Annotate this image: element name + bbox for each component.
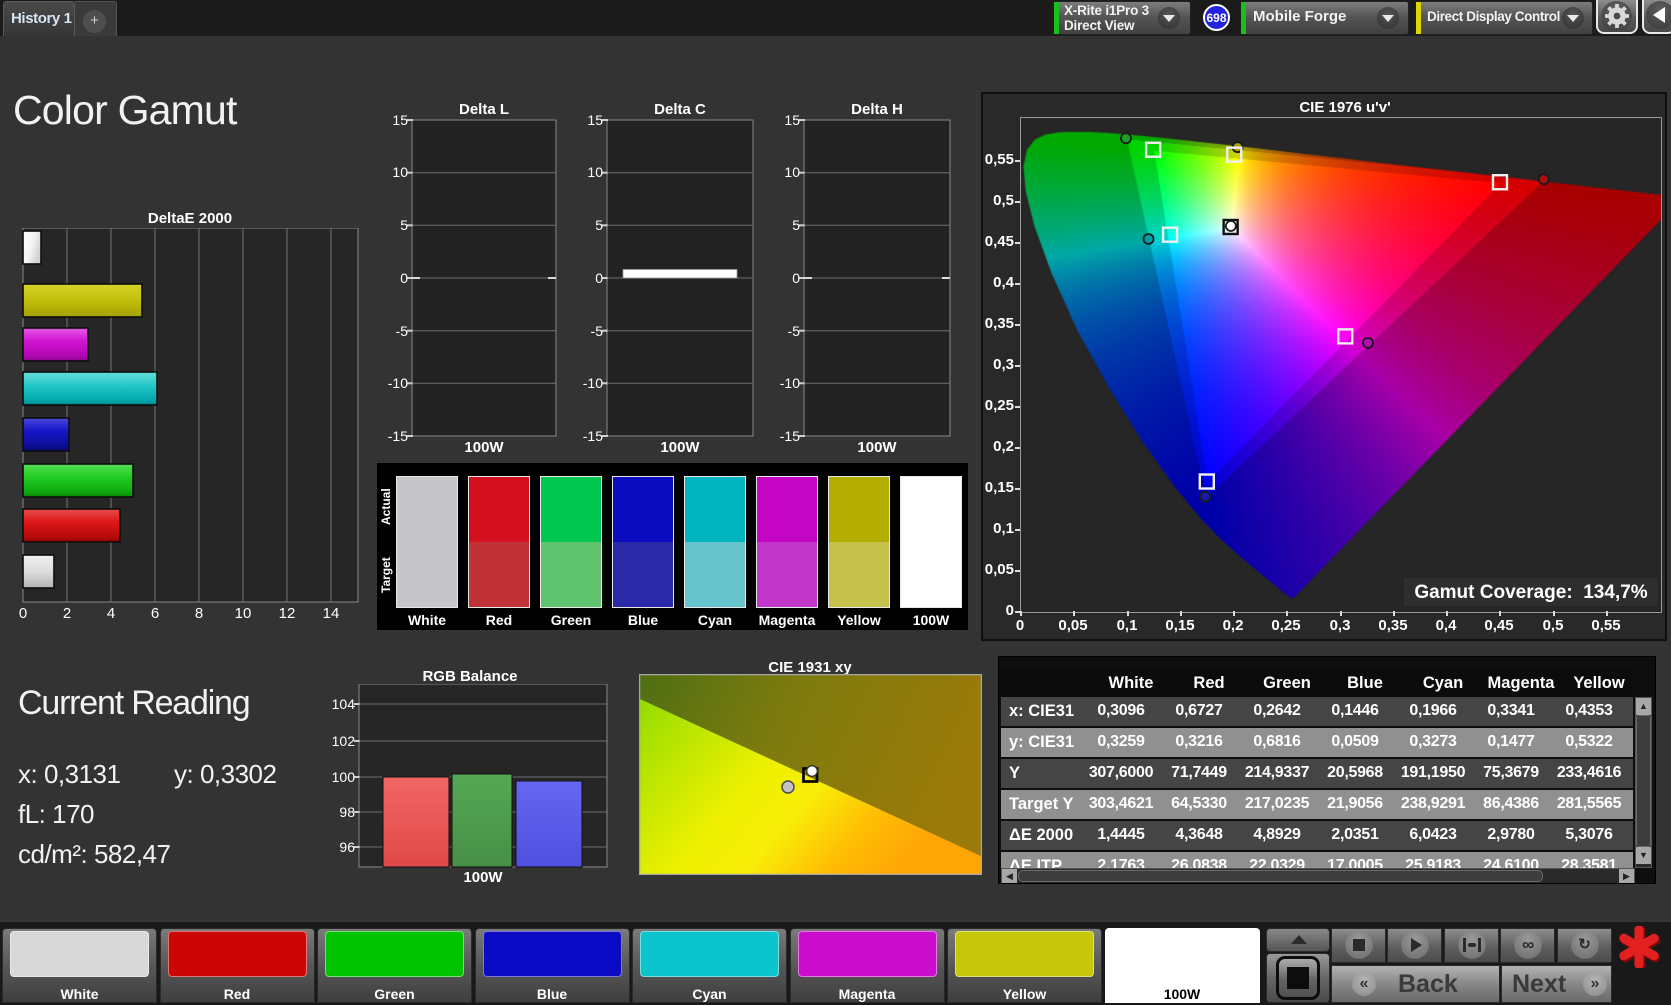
svg-text:15: 15 <box>392 112 408 128</box>
svg-text:-15: -15 <box>583 428 603 444</box>
svg-text:-15: -15 <box>388 428 408 444</box>
svg-text:102: 102 <box>332 733 356 749</box>
svg-text:Delta L: Delta L <box>459 101 509 118</box>
svg-text:-15: -15 <box>780 428 800 444</box>
svg-text:4: 4 <box>107 605 115 622</box>
svg-text:2: 2 <box>63 605 71 622</box>
svg-text:15: 15 <box>784 112 800 128</box>
svg-text:15: 15 <box>587 112 603 128</box>
svg-text:100: 100 <box>332 769 356 785</box>
svg-text:-10: -10 <box>388 375 408 391</box>
svg-text:Delta H: Delta H <box>851 101 903 118</box>
svg-text:-5: -5 <box>788 323 801 339</box>
svg-text:0: 0 <box>595 270 603 286</box>
svg-text:-10: -10 <box>780 375 800 391</box>
svg-text:104: 104 <box>332 696 356 712</box>
svg-text:6: 6 <box>151 605 159 622</box>
svg-text:0: 0 <box>792 270 800 286</box>
svg-text:100W: 100W <box>464 439 504 455</box>
svg-text:0: 0 <box>19 605 27 622</box>
svg-text:12: 12 <box>279 605 296 622</box>
svg-text:100W: 100W <box>857 439 897 455</box>
svg-text:100W: 100W <box>660 439 700 455</box>
svg-text:8: 8 <box>195 605 203 622</box>
svg-text:10: 10 <box>235 605 252 622</box>
svg-text:100W: 100W <box>463 869 503 884</box>
svg-text:-5: -5 <box>396 323 409 339</box>
svg-text:-5: -5 <box>591 323 604 339</box>
svg-text:Delta C: Delta C <box>654 101 706 118</box>
svg-text:14: 14 <box>323 605 340 622</box>
svg-text:5: 5 <box>595 217 603 233</box>
svg-text:5: 5 <box>792 217 800 233</box>
svg-text:0: 0 <box>400 270 408 286</box>
svg-text:10: 10 <box>392 164 408 180</box>
svg-text:98: 98 <box>339 804 355 820</box>
svg-text:10: 10 <box>587 164 603 180</box>
svg-text:96: 96 <box>339 839 355 855</box>
svg-text:10: 10 <box>784 164 800 180</box>
svg-text:5: 5 <box>400 217 408 233</box>
svg-text:-10: -10 <box>583 375 603 391</box>
